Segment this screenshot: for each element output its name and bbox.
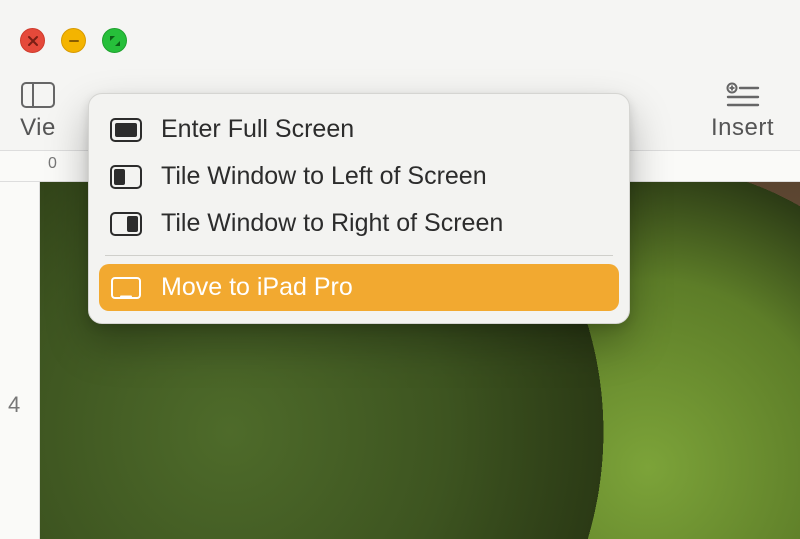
- close-window-button[interactable]: [20, 28, 45, 53]
- ruler-tick-0: 0: [48, 155, 57, 173]
- minimize-icon: [67, 34, 81, 48]
- menu-item-label: Move to iPad Pro: [161, 273, 353, 302]
- fullscreen-rect-icon: [109, 117, 143, 143]
- ruler-tick-4: 4: [8, 392, 20, 418]
- close-icon: [26, 34, 40, 48]
- fullscreen-triangles-icon: [108, 34, 122, 48]
- fullscreen-window-button[interactable]: [102, 28, 127, 53]
- vertical-ruler: 4: [0, 182, 40, 539]
- menu-item-tile-right[interactable]: Tile Window to Right of Screen: [99, 200, 619, 247]
- menu-item-label: Tile Window to Left of Screen: [161, 162, 487, 191]
- toolbar-view-group[interactable]: Vie: [20, 80, 56, 142]
- toolbar-insert-group[interactable]: Insert: [711, 80, 774, 142]
- fullscreen-menu: Enter Full Screen Tile Window to Left of…: [88, 93, 630, 324]
- menu-item-enter-full-screen[interactable]: Enter Full Screen: [99, 106, 619, 153]
- tile-left-icon: [109, 164, 143, 190]
- menu-separator: [105, 255, 613, 256]
- sidebar-panel-icon: [20, 80, 56, 110]
- menu-item-label: Tile Window to Right of Screen: [161, 209, 503, 238]
- menu-item-label: Enter Full Screen: [161, 115, 354, 144]
- menu-item-move-to-ipad[interactable]: Move to iPad Pro: [99, 264, 619, 311]
- window-controls: [20, 28, 127, 53]
- toolbar-insert-label: Insert: [711, 114, 774, 142]
- minimize-window-button[interactable]: [61, 28, 86, 53]
- tile-right-icon: [109, 211, 143, 237]
- toolbar-view-label: Vie: [20, 114, 56, 142]
- menu-item-tile-left[interactable]: Tile Window to Left of Screen: [99, 153, 619, 200]
- ipad-device-icon: [109, 275, 143, 301]
- insert-list-plus-icon: [724, 80, 760, 110]
